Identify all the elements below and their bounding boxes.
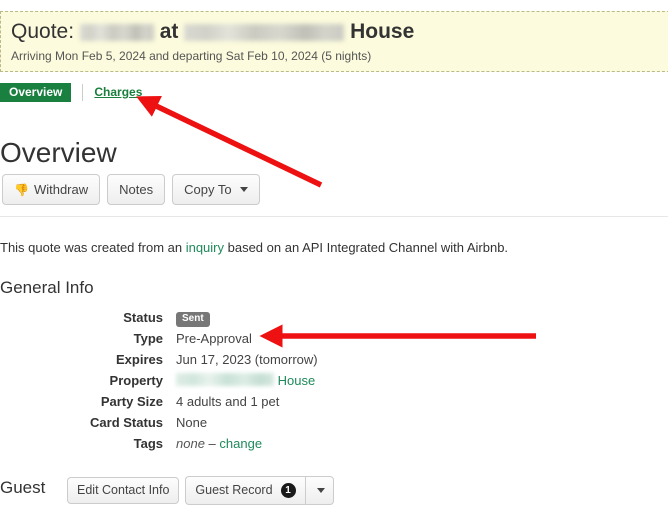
tags-change-link[interactable]: change: [219, 436, 262, 451]
info-label-status: Status: [123, 310, 163, 325]
withdraw-button[interactable]: 👎 Withdraw: [2, 174, 101, 205]
info-row-card-status: Card Status None: [0, 413, 520, 434]
guest-toolbar: Edit Contact Info Guest Record 1: [67, 476, 334, 505]
info-value-party-size: 4 adults and 1 pet: [176, 394, 280, 409]
guest-record-button[interactable]: Guest Record 1: [185, 476, 305, 505]
info-value-property: House: [163, 371, 315, 390]
info-label-type: Type: [133, 331, 163, 346]
edit-contact-info-button[interactable]: Edit Contact Info: [67, 477, 180, 504]
copy-to-button[interactable]: Copy To: [172, 174, 260, 205]
quote-title-prefix: Quote:: [11, 20, 75, 43]
thumbs-down-icon: 👎: [14, 182, 29, 197]
general-info-list: Status Sent Type Pre-Approval Expires Ju…: [0, 308, 520, 455]
notes-button-label: Notes: [119, 182, 154, 197]
info-label-card-status: Card Status: [90, 415, 163, 430]
notes-button[interactable]: Notes: [107, 174, 166, 205]
info-value-tags: none – change: [163, 434, 262, 453]
guest-record-label: Guest Record: [195, 483, 273, 498]
info-row-property: Property House: [0, 371, 520, 392]
info-row-status: Status Sent: [0, 308, 520, 329]
quote-origin-text-part1: This quote was created from an: [0, 240, 186, 255]
inquiry-link[interactable]: inquiry: [186, 240, 224, 255]
redacted-property-name-value: [176, 373, 274, 386]
section-divider: [0, 216, 668, 217]
quote-title-joiner: at: [159, 20, 179, 43]
general-info-heading: General Info: [0, 278, 94, 297]
redacted-property-name: [184, 24, 345, 41]
action-toolbar: 👎 Withdraw Notes Copy To: [2, 174, 260, 205]
info-row-party-size: Party Size 4 adults and 1 pet: [0, 392, 520, 413]
tags-separator: –: [208, 436, 216, 451]
arrow-to-charges: [136, 95, 323, 188]
quote-origin-text-part2: based on an API Integrated Channel with …: [224, 240, 509, 255]
copy-to-button-label: Copy To: [184, 182, 232, 197]
info-row-tags: Tags none – change: [0, 434, 520, 455]
tab-overview[interactable]: Overview: [0, 82, 72, 102]
guest-record-count-badge: 1: [280, 483, 296, 498]
tags-empty-text: none: [176, 436, 205, 451]
tab-charges[interactable]: Charges: [94, 85, 142, 99]
info-value-card-status: None: [176, 415, 208, 430]
guest-record-dropdown-button[interactable]: [304, 476, 334, 505]
tab-separator: [82, 83, 84, 101]
quote-origin-text: This quote was created from an inquiry b…: [0, 239, 508, 257]
quote-title-suffix: House: [350, 20, 415, 43]
info-label-tags: Tags: [133, 436, 163, 451]
property-link[interactable]: House: [278, 373, 316, 388]
quote-header-banner: Quote: at House Arriving Mon Feb 5, 2024…: [0, 11, 668, 72]
chevron-down-icon: [239, 187, 248, 192]
info-value-expires: Jun 17, 2023 (tomorrow): [176, 352, 318, 367]
info-label-party-size: Party Size: [100, 394, 163, 409]
guest-heading: Guest: [0, 478, 46, 497]
tab-strip: Overview Charges: [0, 82, 142, 102]
edit-contact-info-label: Edit Contact Info: [77, 483, 170, 498]
withdraw-button-label: Withdraw: [33, 182, 89, 197]
redacted-guest-name: [79, 24, 154, 41]
page-title: Overview: [0, 137, 117, 168]
info-value-status: Sent: [163, 308, 210, 327]
info-label-property: Property: [109, 373, 163, 388]
info-label-expires: Expires: [116, 352, 163, 367]
chevron-down-icon: [316, 488, 325, 493]
quote-title: Quote: at House: [11, 19, 668, 45]
info-row-type: Type Pre-Approval: [0, 329, 520, 350]
info-value-type: Pre-Approval: [176, 331, 252, 346]
quote-stay-dates: Arriving Mon Feb 5, 2024 and departing S…: [11, 49, 372, 63]
info-row-expires: Expires Jun 17, 2023 (tomorrow): [0, 350, 520, 371]
status-badge: Sent: [176, 312, 210, 327]
guest-record-button-group: Guest Record 1: [185, 476, 334, 505]
